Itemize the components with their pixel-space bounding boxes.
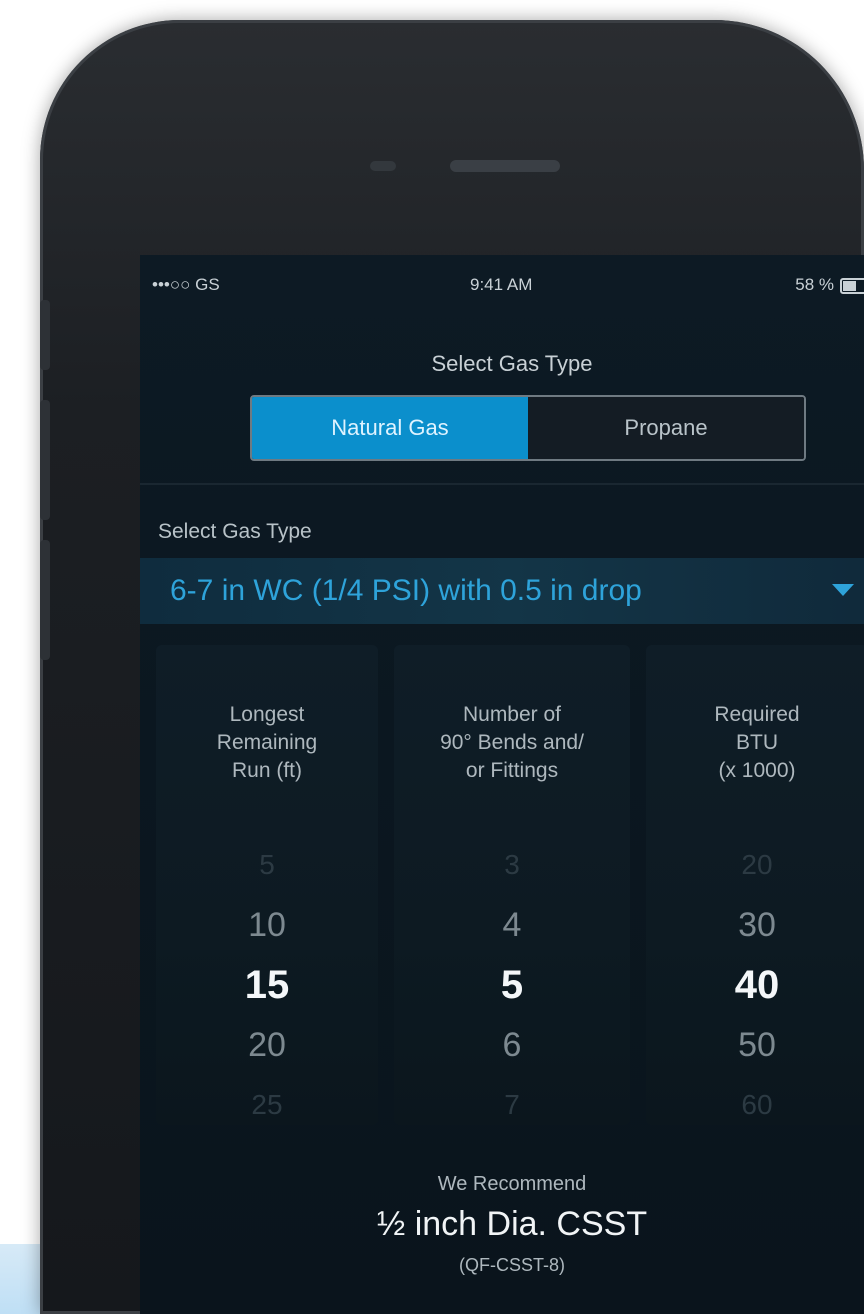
column-header: Longest Remaining Run (ft)	[156, 701, 378, 785]
column-header: Required BTU (x 1000)	[646, 701, 864, 785]
run-length-column: Longest Remaining Run (ft) 5 10 15 20 25	[156, 645, 378, 1125]
header-line: Number of	[462, 703, 562, 726]
recommendation-code: (QF-CSST-8)	[459, 1255, 565, 1275]
picker-value[interactable]: 20	[156, 1015, 378, 1075]
btu-column: Required BTU (x 1000) 20 30 40 50 60	[646, 645, 864, 1125]
picker-value[interactable]: 7	[394, 1075, 630, 1135]
battery-percent: 58 %	[795, 275, 834, 294]
header-line: (x 1000)	[718, 759, 796, 782]
status-bar: •••○○ GS 9:41 AM 58 %	[140, 255, 864, 310]
recommendation-label: We Recommend	[437, 1173, 587, 1195]
picker-selected-value[interactable]: 40	[646, 955, 864, 1015]
picker-value[interactable]: 10	[156, 895, 378, 955]
btu-picker[interactable]: 20 30 40 50 60	[646, 835, 864, 1135]
header-line: or Fittings	[465, 759, 559, 782]
carrier-signal: •••○○ GS	[152, 275, 220, 294]
picker-value[interactable]: 5	[156, 835, 378, 895]
fittings-column: Number of 90° Bends and/ or Fittings 3 4…	[394, 645, 630, 1125]
header-line: 90° Bends and/	[440, 731, 584, 754]
header-line: Longest	[229, 703, 305, 726]
app-screen: •••○○ GS 9:41 AM 58 % Select Gas Type Na…	[140, 255, 864, 1314]
fittings-picker[interactable]: 3 4 5 6 7	[394, 835, 630, 1135]
battery-status: 58 %	[795, 275, 864, 295]
divider	[140, 483, 864, 485]
volume-up-button	[40, 400, 50, 520]
gas-type-title: Select Gas Type	[431, 351, 593, 376]
picker-value[interactable]: 4	[394, 895, 630, 955]
status-time: 9:41 AM	[470, 275, 533, 294]
chevron-down-icon[interactable]	[832, 584, 854, 596]
header-line: BTU	[736, 731, 778, 754]
header-line: Remaining	[216, 731, 318, 754]
gas-type-segmented-control: Natural Gas Propane	[250, 395, 806, 461]
picker-selected-value[interactable]: 15	[156, 955, 378, 1015]
run-length-picker[interactable]: 5 10 15 20 25	[156, 835, 378, 1135]
gas-option-propane[interactable]: Propane	[528, 397, 804, 459]
volume-down-button	[40, 540, 50, 660]
picker-value[interactable]: 25	[156, 1075, 378, 1135]
calculator-panel: Longest Remaining Run (ft) 5 10 15 20 25…	[140, 645, 864, 1145]
phone-frame: •••○○ GS 9:41 AM 58 % Select Gas Type Na…	[40, 20, 864, 1314]
mute-switch	[40, 300, 50, 370]
picker-value[interactable]: 20	[646, 835, 864, 895]
gas-option-natural-gas[interactable]: Natural Gas	[252, 397, 528, 459]
pressure-label: Select Gas Type	[158, 520, 312, 543]
column-header: Number of 90° Bends and/ or Fittings	[394, 701, 630, 785]
picker-value[interactable]: 30	[646, 895, 864, 955]
pressure-selected-value: 6-7 in WC (1/4 PSI) with 0.5 in drop	[170, 574, 642, 607]
picker-value[interactable]: 3	[394, 835, 630, 895]
header-line: Required	[714, 703, 800, 726]
picker-value[interactable]: 6	[394, 1015, 630, 1075]
speaker-grille	[450, 160, 560, 172]
picker-value[interactable]: 60	[646, 1075, 864, 1135]
picker-value[interactable]: 50	[646, 1015, 864, 1075]
recommendation-value: ½ inch Dia. CSST	[376, 1205, 648, 1243]
battery-icon	[840, 277, 864, 294]
header-line: Run (ft)	[231, 759, 302, 782]
pressure-dropdown[interactable]: 6-7 in WC (1/4 PSI) with 0.5 in drop	[140, 558, 864, 624]
picker-selected-value[interactable]: 5	[394, 955, 630, 1015]
camera-icon	[370, 161, 396, 171]
